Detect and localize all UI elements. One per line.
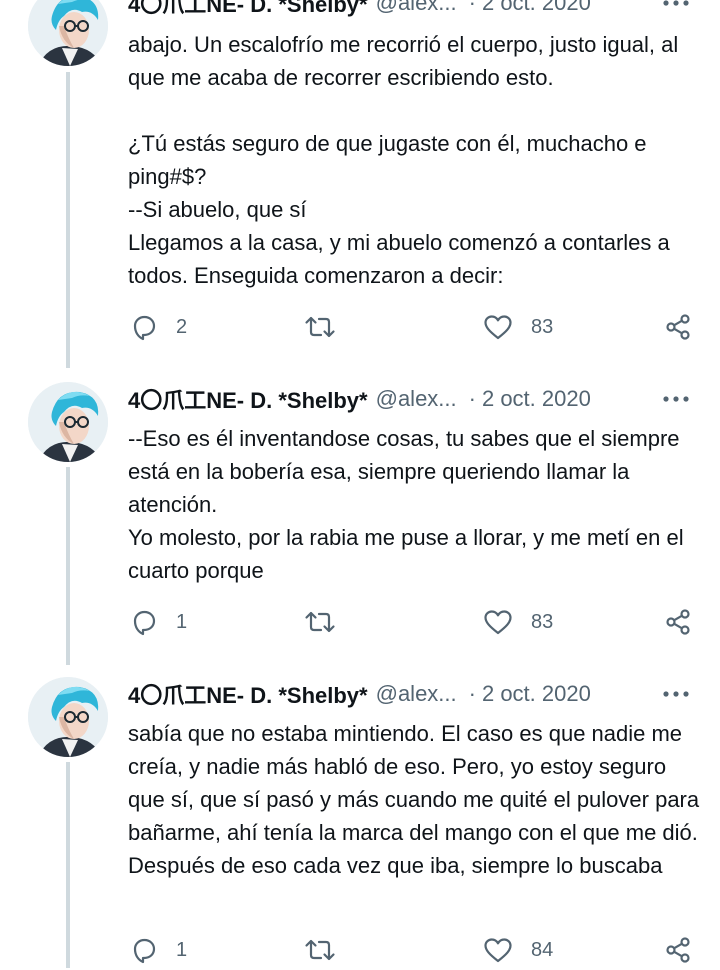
retweet-button[interactable] [304, 602, 354, 642]
like-button[interactable]: 83 [483, 307, 553, 347]
display-name[interactable]: 4〇爪工NE- D. *Shelby* [128, 678, 368, 710]
tweet[interactable]: 4〇爪工NE- D. *Shelby* @alex... · 2 oct. 20… [0, 0, 720, 368]
tweet-header: 4〇爪工NE- D. *Shelby* @alex... · 2 oct. 20… [128, 382, 700, 416]
reply-button[interactable]: 2 [130, 307, 187, 347]
like-count: 83 [531, 315, 554, 338]
separator: · [468, 681, 476, 706]
like-count: 83 [531, 610, 554, 633]
tweet-header: 4〇爪工NE- D. *Shelby* @alex... · 2 oct. 20… [128, 677, 700, 711]
share-icon [664, 608, 692, 636]
avatar[interactable] [28, 677, 108, 757]
display-name[interactable]: 4〇爪工NE- D. *Shelby* [128, 383, 368, 415]
separator: · [468, 0, 476, 15]
retweet-button[interactable] [304, 930, 354, 970]
tweet-date[interactable]: 2 oct. 2020 [482, 0, 591, 16]
thread-line [66, 467, 70, 665]
like-icon [483, 313, 513, 341]
more-icon[interactable] [662, 677, 690, 711]
user-handle[interactable]: @alex... [376, 0, 457, 16]
like-button[interactable]: 84 [483, 930, 553, 970]
display-name[interactable]: 4〇爪工NE- D. *Shelby* [128, 0, 368, 19]
retweet-icon [304, 608, 336, 636]
like-icon [483, 936, 513, 964]
reply-icon [130, 313, 158, 341]
retweet-icon [304, 313, 336, 341]
tweet-actions: 1 84 [128, 930, 700, 970]
thread-line [66, 72, 70, 368]
share-icon [664, 313, 692, 341]
avatar[interactable] [28, 0, 108, 66]
retweet-icon [304, 936, 336, 964]
separator: · [468, 386, 476, 411]
reply-button[interactable]: 1 [130, 930, 187, 970]
tweet-text: abajo. Un escalofrío me recorrió el cuer… [128, 32, 679, 288]
retweet-button[interactable] [304, 307, 354, 347]
tweet-date[interactable]: 2 oct. 2020 [482, 681, 591, 707]
reply-icon [130, 608, 158, 636]
tweet-actions: 1 83 [128, 602, 700, 642]
avatar[interactable] [28, 382, 108, 462]
share-button[interactable] [664, 602, 692, 642]
share-button[interactable] [664, 930, 692, 970]
tweet-date[interactable]: 2 oct. 2020 [482, 386, 591, 412]
tweet-actions: 2 83 [128, 307, 700, 347]
like-count: 84 [531, 938, 554, 961]
user-handle[interactable]: @alex... [376, 386, 457, 412]
tweet[interactable]: 4〇爪工NE- D. *Shelby* @alex... · 2 oct. 20… [0, 660, 720, 968]
reply-count: 1 [176, 938, 188, 961]
like-icon [483, 608, 513, 636]
reply-count: 2 [176, 315, 188, 338]
user-handle[interactable]: @alex... [376, 681, 457, 707]
thread-line [66, 762, 70, 968]
reply-button[interactable]: 1 [130, 602, 187, 642]
tweet[interactable]: 4〇爪工NE- D. *Shelby* @alex... · 2 oct. 20… [0, 365, 720, 665]
more-icon[interactable] [662, 382, 690, 416]
reply-icon [130, 936, 158, 964]
share-button[interactable] [664, 307, 692, 347]
tweet-text: --Eso es él inventandose cosas, tu sabes… [128, 426, 684, 583]
like-button[interactable]: 83 [483, 602, 553, 642]
reply-count: 1 [176, 610, 188, 633]
tweet-text: sabía que no estaba mintiendo. El caso e… [128, 721, 700, 878]
share-icon [664, 936, 692, 964]
tweet-header: 4〇爪工NE- D. *Shelby* @alex... · 2 oct. 20… [128, 0, 700, 20]
more-icon[interactable] [662, 0, 690, 20]
